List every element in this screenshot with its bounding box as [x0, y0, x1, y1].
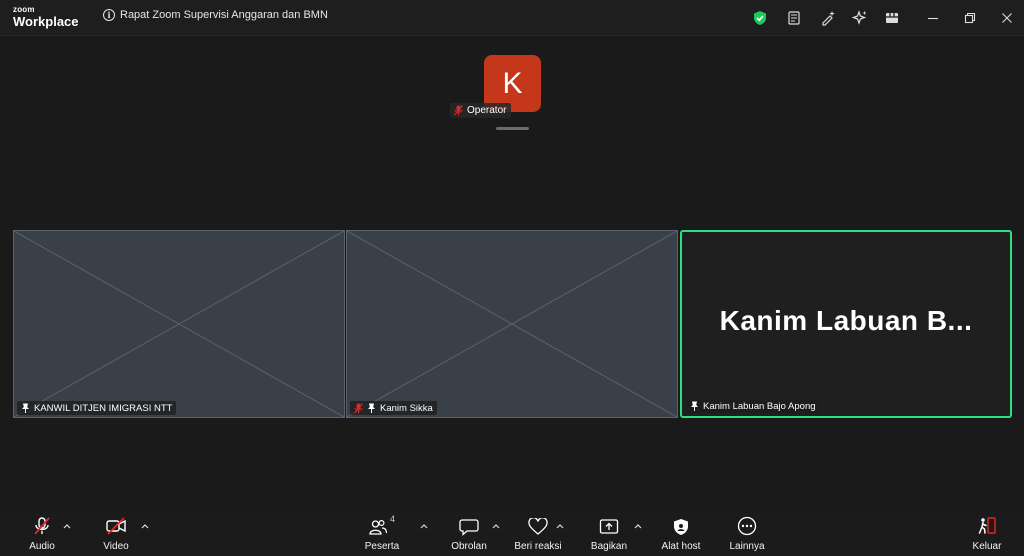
app-logo: zoom Workplace — [13, 5, 79, 29]
leave-icon — [978, 517, 996, 534]
share-options-chevron-up-icon[interactable] — [633, 521, 643, 531]
participants-button[interactable]: 4 Peserta — [362, 510, 402, 556]
info-icon[interactable]: i — [103, 9, 115, 21]
leave-label: Keluar — [972, 541, 1002, 552]
more-label: Lainnya — [729, 541, 765, 552]
more-button[interactable]: Lainnya — [727, 510, 767, 556]
chat-icon — [459, 519, 479, 536]
video-feed-image — [13, 230, 345, 418]
shield-check-icon[interactable] — [750, 8, 770, 28]
mic-muted-icon — [32, 510, 52, 536]
close-button[interactable] — [993, 6, 1021, 30]
restore-icon — [964, 12, 976, 24]
video-off-icon — [105, 510, 127, 536]
video-options-chevron-up-icon[interactable] — [140, 521, 150, 531]
more-icon-wrap — [737, 510, 757, 536]
meeting-title: Rapat Zoom Supervisi Anggaran dan BMN — [120, 9, 328, 21]
share-label: Bagikan — [590, 541, 628, 552]
video-button[interactable]: Video — [96, 510, 136, 556]
operator-name-tag: Operator — [450, 103, 512, 118]
participants-label: Peserta — [364, 541, 400, 552]
meeting-info[interactable]: i Rapat Zoom Supervisi Anggaran dan BMN — [103, 9, 328, 21]
title-bar: zoom Workplace i Rapat Zoom Supervisi An… — [0, 0, 1024, 36]
audio-button[interactable]: Audio — [22, 510, 62, 556]
video-tile-kanim-sikka[interactable]: Kanim Sikka — [346, 230, 678, 418]
audio-options-chevron-up-icon[interactable] — [62, 521, 72, 531]
share-screen-icon — [599, 519, 619, 534]
tile-name: Kanim Sikka — [380, 402, 433, 414]
chat-button[interactable]: Obrolan — [448, 510, 490, 556]
avatar-letter: K — [502, 66, 523, 100]
tile-name: KANWIL DITJEN IMIGRASI NTT — [34, 402, 173, 414]
mic-muted-icon — [454, 105, 463, 116]
reactions-button[interactable]: Beri reaksi — [514, 510, 562, 556]
logo-bottom: Workplace — [13, 14, 79, 29]
more-icon — [737, 516, 757, 536]
ai-companion-icon[interactable] — [850, 8, 870, 28]
reactions-label: Beri reaksi — [514, 541, 562, 552]
edit-sparkle-icon[interactable] — [818, 8, 838, 28]
drag-handle[interactable] — [496, 127, 529, 130]
pin-icon — [368, 403, 375, 413]
participants-icon-wrap: 4 — [369, 510, 395, 536]
close-icon — [1002, 13, 1012, 23]
tile-name-tag: KANWIL DITJEN IMIGRASI NTT — [17, 401, 177, 415]
tile-name: Kanim Labuan Bajo Apong — [703, 400, 816, 412]
tile-name-tag: Kanim Sikka — [350, 401, 437, 415]
reactions-options-chevron-up-icon[interactable] — [555, 521, 565, 531]
chat-label: Obrolan — [451, 541, 487, 552]
pin-icon — [691, 401, 698, 411]
leave-button[interactable]: Keluar — [970, 510, 1004, 556]
video-stage: K Operator KANWIL DITJEN IMIGRASI NTT Ka… — [0, 36, 1024, 510]
participants-icon — [369, 519, 387, 535]
minimize-icon — [928, 17, 938, 20]
logo-top: zoom — [13, 5, 35, 14]
apps-icon[interactable] — [882, 8, 902, 28]
video-feed-image — [346, 230, 678, 418]
video-label: Video — [103, 541, 129, 552]
participants-options-chevron-up-icon[interactable] — [419, 521, 429, 531]
share-icon-wrap — [599, 510, 619, 536]
host-tools-label: Alat host — [661, 541, 701, 552]
host-shield-icon-wrap — [672, 510, 690, 536]
heart-icon-wrap — [528, 510, 548, 536]
audio-label: Audio — [29, 541, 55, 552]
host-shield-icon — [674, 519, 688, 535]
mic-muted-icon — [354, 402, 363, 413]
meeting-toolbar: Audio Video 4 Peserta Obrolan Beri reaks… — [0, 510, 1024, 556]
participant-count: 4 — [389, 514, 395, 524]
chat-icon-wrap — [459, 510, 479, 536]
heart-icon — [528, 518, 548, 535]
participant-display-name: Kanim Labuan B... — [719, 305, 973, 336]
operator-name: Operator — [467, 105, 507, 116]
notes-icon[interactable] — [784, 8, 804, 28]
leave-icon-wrap — [977, 510, 997, 536]
share-button[interactable]: Bagikan — [590, 510, 628, 556]
restore-button[interactable] — [956, 6, 984, 30]
video-tile-kanim-labuan-bajo[interactable]: Kanim Labuan B... Kanim Labuan Bajo Apon… — [680, 230, 1012, 418]
host-tools-button[interactable]: Alat host — [660, 510, 702, 556]
chat-options-chevron-up-icon[interactable] — [491, 521, 501, 531]
tile-name-tag: Kanim Labuan Bajo Apong — [686, 399, 820, 413]
minimize-button[interactable] — [919, 6, 947, 30]
video-tile-kanwil[interactable]: KANWIL DITJEN IMIGRASI NTT — [13, 230, 345, 418]
pin-icon — [22, 403, 29, 413]
